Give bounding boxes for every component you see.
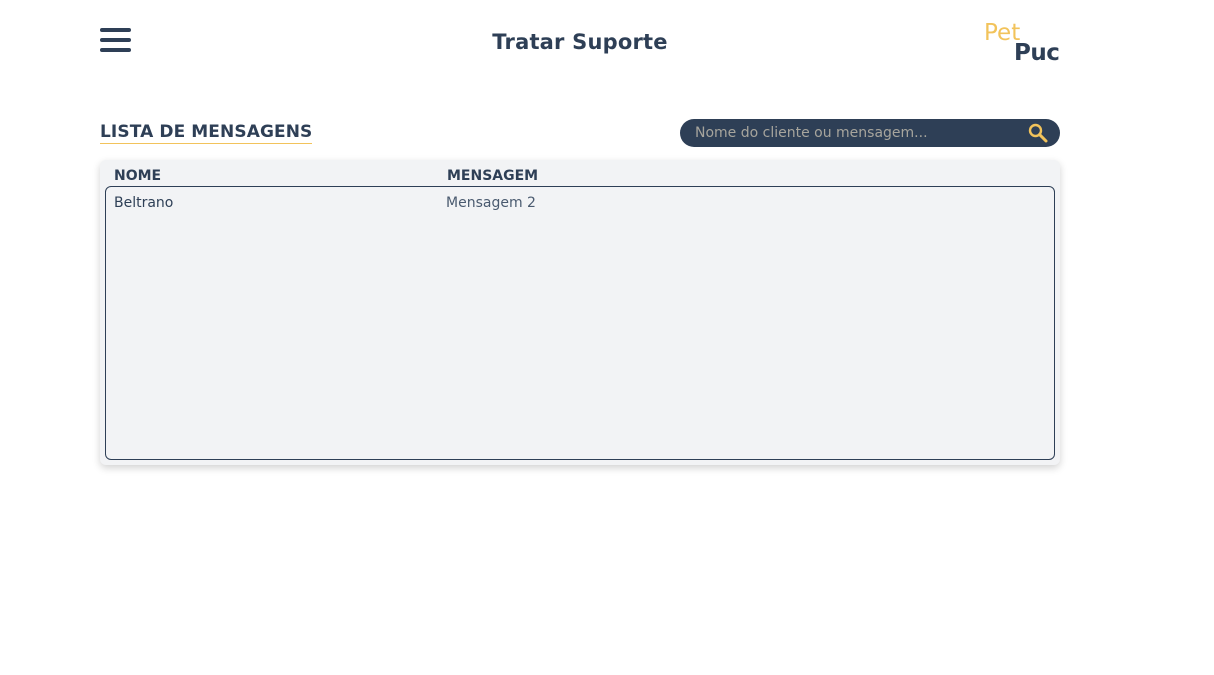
messages-table: NOME MENSAGEM Beltrano Mensagem 2 xyxy=(100,160,1060,465)
logo-puc: Puc xyxy=(1014,40,1060,66)
table-body: Beltrano Mensagem 2 xyxy=(105,186,1055,460)
page: Tratar Suporte Pet Puc LISTA DE MENSAGEN… xyxy=(0,0,1214,675)
cell-nome: Beltrano xyxy=(114,195,174,211)
cell-mensagem: Mensagem 2 xyxy=(446,195,536,211)
table-row[interactable]: Beltrano Mensagem 2 xyxy=(106,195,1054,215)
column-header-nome: NOME xyxy=(114,168,162,184)
search-bar xyxy=(680,119,1060,147)
search-input[interactable] xyxy=(680,119,1026,147)
logo: Pet Puc xyxy=(984,20,1064,66)
section-title: LISTA DE MENSAGENS xyxy=(100,122,313,144)
search-icon[interactable] xyxy=(1026,121,1050,145)
column-header-mensagem: MENSAGEM xyxy=(447,168,539,184)
